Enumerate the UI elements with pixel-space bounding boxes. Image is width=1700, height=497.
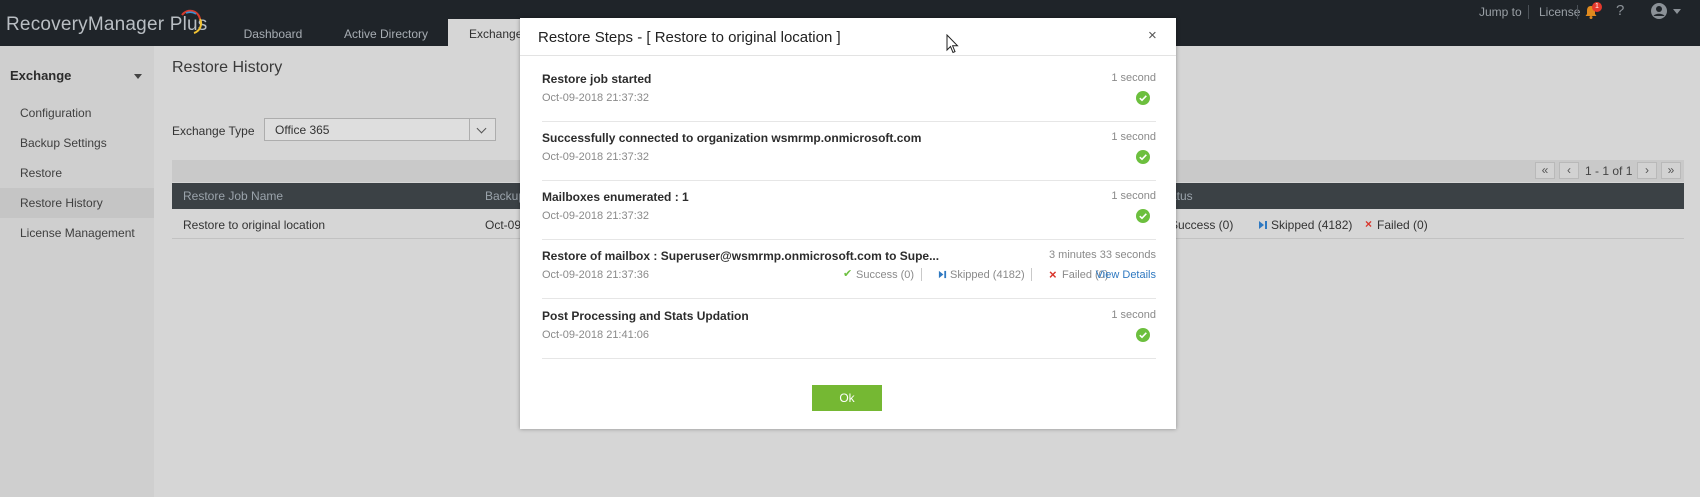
restore-step: Successfully connected to organization w… [542, 122, 1156, 181]
sidebar-item-label: License Management [20, 226, 135, 240]
tab-label: Exchange [469, 27, 523, 41]
sidebar-item-label: Configuration [20, 106, 92, 120]
check-icon: ✔ [843, 268, 853, 280]
failed-icon: × [1365, 217, 1373, 231]
step-title: Successfully connected to organization w… [542, 131, 922, 145]
sidebar-item-label: Restore History [20, 196, 103, 210]
dialog-title: Restore Steps - [ Restore to original lo… [538, 29, 841, 46]
notification-badge: 1 [1592, 2, 1602, 12]
exchange-type-label: Exchange Type [172, 124, 255, 138]
check-circle-icon [1136, 328, 1150, 342]
close-icon[interactable]: × [1148, 27, 1157, 44]
sidebar-item-restore[interactable]: Restore [0, 158, 154, 188]
step-success-count: Success (0) [856, 269, 915, 281]
divider [921, 268, 922, 281]
step-timestamp: Oct-09-2018 21:41:06 [542, 329, 650, 341]
license-link[interactable]: License [1539, 5, 1580, 19]
exchange-type-value: Office 365 [275, 123, 330, 137]
step-title: Restore job started [542, 72, 652, 86]
step-skipped-count: Skipped (4182) [950, 269, 1025, 281]
user-menu-caret-icon[interactable] [1673, 9, 1681, 14]
row-job-name[interactable]: Restore to original location [183, 218, 325, 232]
step-timestamp: Oct-09-2018 21:37:32 [542, 210, 650, 222]
step-duration: 1 second [1111, 309, 1156, 321]
sidebar-item-license-management[interactable]: License Management [0, 218, 154, 248]
sidebar-item-configuration[interactable]: Configuration [0, 98, 154, 128]
divider [1577, 5, 1578, 19]
tab-dashboard[interactable]: Dashboard [230, 19, 316, 46]
sidebar-item-backup-settings[interactable]: Backup Settings [0, 128, 154, 158]
failed-icon: × [1049, 267, 1057, 282]
help-icon[interactable]: ? [1616, 2, 1624, 19]
check-circle-icon [1136, 91, 1150, 105]
dialog-header: Restore Steps - [ Restore to original lo… [520, 18, 1176, 56]
restore-step: Mailboxes enumerated : 1 Oct-09-2018 21:… [542, 181, 1156, 240]
status-success: Success (0) [1170, 218, 1234, 232]
skipped-icon [938, 270, 947, 279]
jump-to-link[interactable]: Jump to [1479, 5, 1522, 19]
row-backup: Oct-09 [485, 218, 522, 232]
tab-label: Active Directory [343, 27, 429, 41]
step-timestamp: Oct-09-2018 21:37:32 [542, 151, 650, 163]
restore-steps-dialog: Restore Steps - [ Restore to original lo… [520, 18, 1176, 429]
column-restore-job-name[interactable]: Restore Job Name [183, 189, 283, 203]
page-title: Restore History [172, 59, 283, 76]
next-page-icon[interactable]: › [1637, 162, 1657, 179]
skipped-icon [1259, 221, 1267, 229]
sidebar: Exchange Configuration Backup Settings R… [0, 46, 154, 497]
step-duration: 1 second [1111, 72, 1156, 84]
tab-active-directory[interactable]: Active Directory [330, 19, 442, 46]
prev-page-icon[interactable]: ‹ [1559, 162, 1579, 179]
sidebar-header[interactable]: Exchange [10, 68, 71, 83]
sidebar-collapse-icon[interactable] [134, 74, 142, 79]
user-avatar-icon[interactable] [1650, 2, 1668, 20]
step-duration: 1 second [1111, 190, 1156, 202]
tab-label: Dashboard [243, 27, 303, 41]
divider [1528, 5, 1529, 19]
first-page-icon[interactable]: « [1535, 162, 1555, 179]
restore-step: Restore of mailbox : Superuser@wsmrmp.on… [542, 240, 1156, 299]
view-details-link[interactable]: View Details [1096, 269, 1156, 281]
step-timestamp: Oct-09-2018 21:37:32 [542, 92, 650, 104]
check-circle-icon [1136, 209, 1150, 223]
step-timestamp: Oct-09-2018 21:37:36 [542, 269, 650, 281]
restore-step: Restore job started Oct-09-2018 21:37:32… [542, 63, 1156, 122]
logo-swoosh-icon [181, 9, 203, 34]
last-page-icon[interactable]: » [1661, 162, 1681, 179]
check-circle-icon [1136, 150, 1150, 164]
tab-exchange[interactable]: Exchange [448, 19, 528, 46]
restore-step: Post Processing and Stats Updation Oct-0… [542, 300, 1156, 359]
sidebar-item-label: Restore [20, 166, 63, 180]
step-duration: 1 second [1111, 131, 1156, 143]
status-failed: Failed (0) [1377, 218, 1428, 232]
step-title: Mailboxes enumerated : 1 [542, 190, 689, 204]
step-title: Restore of mailbox : Superuser@wsmrmp.on… [542, 249, 940, 263]
ok-button[interactable]: Ok [812, 385, 882, 411]
sidebar-item-restore-history[interactable]: Restore History [0, 188, 154, 218]
exchange-type-select[interactable]: Office 365 [264, 118, 496, 141]
step-title: Post Processing and Stats Updation [542, 309, 749, 323]
status-skipped: Skipped (4182) [1271, 218, 1353, 232]
divider [1031, 268, 1032, 281]
pagination-text: 1 - 1 of 1 [1585, 164, 1633, 178]
step-duration: 3 minutes 33 seconds [1048, 249, 1156, 261]
mouse-cursor-icon [946, 34, 959, 54]
sidebar-item-label: Backup Settings [20, 136, 107, 150]
chevron-down-icon[interactable] [469, 119, 495, 140]
